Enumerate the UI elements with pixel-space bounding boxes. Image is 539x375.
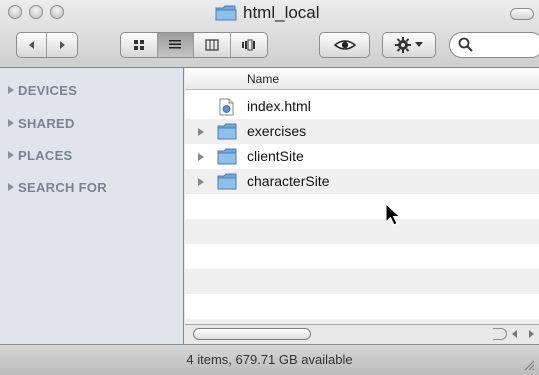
column-header-name[interactable]: Name <box>185 68 539 90</box>
list-item[interactable]: characterSite <box>185 169 539 194</box>
file-rows: index.html exercises clientSite characte… <box>185 94 539 324</box>
sidebar: DEVICES SHARED PLACES SEARCH FOR <box>0 68 184 344</box>
disclosure-triangle-icon[interactable] <box>197 127 205 137</box>
coverflow-view-button[interactable] <box>231 33 267 57</box>
icon-view-icon <box>133 40 144 50</box>
window-title-area: html_local <box>215 2 320 24</box>
scrollbar-track-end <box>493 328 507 340</box>
folder-name: clientSite <box>247 148 304 164</box>
status-text: 4 items, 679.71 GB available <box>186 352 353 367</box>
coverflow-view-icon <box>241 39 255 51</box>
resize-grip-icon[interactable] <box>524 360 535 371</box>
disclosure-triangle-icon[interactable] <box>8 86 14 94</box>
back-arrow-icon <box>28 41 34 49</box>
disclosure-triangle-icon[interactable] <box>197 152 205 162</box>
folder-name: characterSite <box>247 173 330 189</box>
sidebar-item-places[interactable]: PLACES <box>8 145 73 165</box>
disclosure-triangle-icon[interactable] <box>197 177 205 187</box>
disclosure-triangle-icon[interactable] <box>8 151 14 159</box>
file-list[interactable]: Name index.html exercises clientSite cha… <box>185 68 539 324</box>
html-file-icon <box>219 98 234 116</box>
forward-arrow-icon <box>60 41 65 49</box>
scroll-left-button[interactable] <box>507 327 523 341</box>
sidebar-item-search-for[interactable]: SEARCH FOR <box>8 177 107 197</box>
gear-icon <box>395 37 411 53</box>
sidebar-item-label: SHARED <box>18 115 75 131</box>
quicklook-button[interactable] <box>319 32 370 58</box>
sidebar-item-shared[interactable]: SHARED <box>8 113 75 133</box>
folder-icon <box>217 148 237 165</box>
scrollbar-thumb[interactable] <box>193 328 311 340</box>
right-arrow-icon <box>529 330 534 338</box>
nav-back-forward <box>16 32 78 58</box>
folder-icon <box>217 123 237 140</box>
icon-view-button[interactable] <box>121 33 158 57</box>
close-window-button[interactable] <box>8 5 22 19</box>
sidebar-item-devices[interactable]: DEVICES <box>8 80 77 100</box>
column-view-icon <box>205 39 219 51</box>
list-item[interactable]: index.html <box>185 94 539 119</box>
empty-row <box>185 269 539 294</box>
window-title: html_local <box>243 3 320 22</box>
list-view-button[interactable] <box>157 33 194 57</box>
search-icon <box>458 37 473 52</box>
empty-row <box>185 244 539 269</box>
sidebar-item-label: PLACES <box>18 147 73 163</box>
minimize-window-button[interactable] <box>29 5 43 19</box>
chevron-down-icon <box>415 42 423 47</box>
mouse-pointer-icon <box>385 203 401 226</box>
forward-button[interactable] <box>47 33 77 57</box>
zoom-window-button[interactable] <box>50 5 64 19</box>
eye-icon <box>333 40 356 50</box>
scroll-arrows <box>507 327 539 341</box>
column-view-button[interactable] <box>194 33 231 57</box>
empty-row <box>185 294 539 319</box>
left-arrow-icon <box>512 330 517 338</box>
status-bar: 4 items, 679.71 GB available <box>0 344 539 375</box>
toolbar: html_local <box>0 0 539 68</box>
back-button[interactable] <box>17 33 48 57</box>
list-view-icon <box>169 40 182 49</box>
search-input[interactable] <box>478 36 539 56</box>
toolbar-toggle-button[interactable] <box>510 8 534 20</box>
list-item[interactable]: clientSite <box>185 144 539 169</box>
scroll-right-button[interactable] <box>523 327 539 341</box>
folder-name: exercises <box>247 123 307 139</box>
empty-row <box>185 219 539 244</box>
action-menu-button[interactable] <box>382 32 436 58</box>
sidebar-item-label: DEVICES <box>18 82 78 98</box>
empty-row <box>185 194 539 219</box>
search-field[interactable] <box>449 32 539 58</box>
file-name: index.html <box>247 98 311 114</box>
folder-icon <box>217 173 237 190</box>
sidebar-item-label: SEARCH FOR <box>18 179 107 195</box>
disclosure-triangle-icon[interactable] <box>8 119 14 127</box>
horizontal-scrollbar[interactable] <box>185 324 539 344</box>
list-item[interactable]: exercises <box>185 119 539 144</box>
disclosure-triangle-icon[interactable] <box>8 183 14 191</box>
folder-icon <box>215 5 237 21</box>
view-mode-selector <box>120 32 268 58</box>
column-header-label: Name <box>247 72 280 86</box>
finder-window: html_local DEVICES SHARED PLACES SEARCH … <box>0 0 539 375</box>
